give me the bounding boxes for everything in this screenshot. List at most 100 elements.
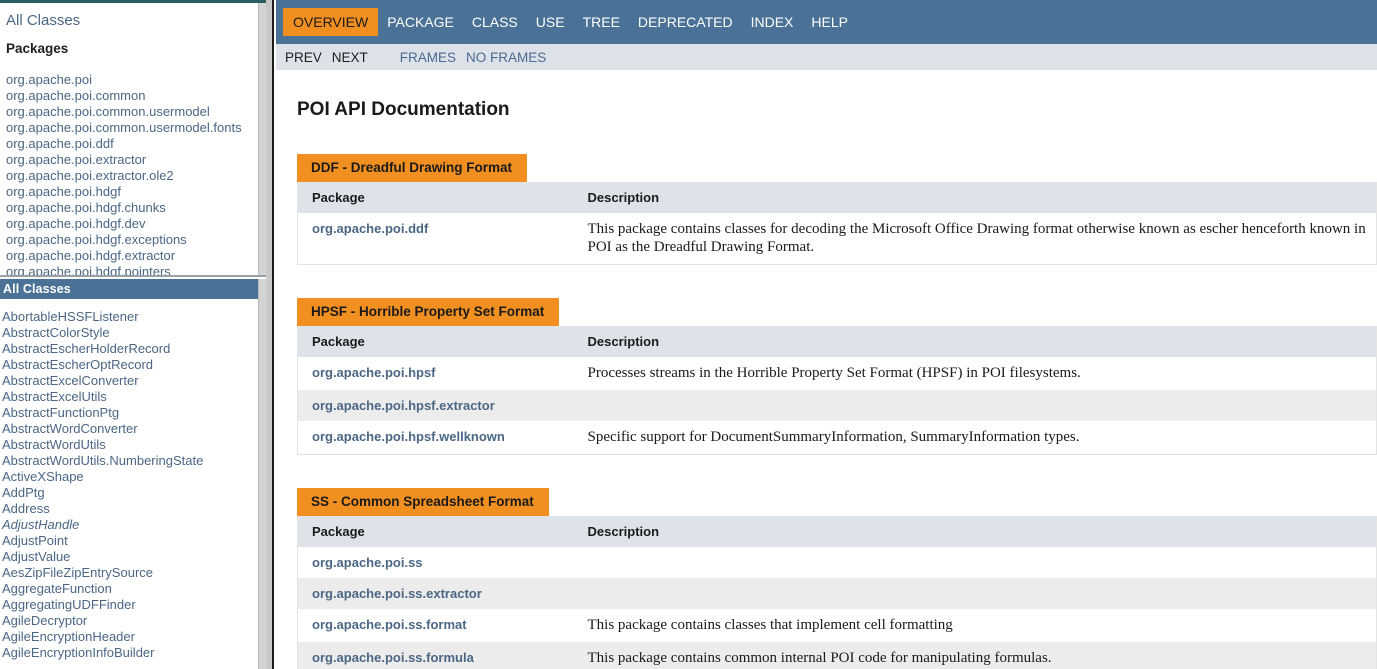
package-link[interactable]: org.apache.poi.hpsf.wellknown (312, 429, 505, 444)
cell-description (577, 390, 1377, 421)
package-link[interactable]: org.apache.poi.extractor.ole2 (4, 168, 266, 184)
cell-description (577, 547, 1377, 578)
package-group-caption: HPSF - Horrible Property Set Format (297, 298, 560, 326)
list-item: org.apache.poi.common.usermodel.fonts (4, 120, 266, 136)
list-item: org.apache.poi.extractor.ole2 (4, 168, 266, 184)
package-link[interactable]: org.apache.poi.hdgf (4, 184, 266, 200)
class-link[interactable]: AbstractExcelUtils (0, 389, 266, 405)
package-link[interactable]: org.apache.poi.ddf (4, 136, 266, 152)
cell-package: org.apache.poi.ss.extractor (297, 578, 578, 609)
class-link[interactable]: AdjustPoint (0, 533, 266, 549)
nav-item-help[interactable]: HELP (802, 9, 857, 35)
package-link[interactable]: org.apache.poi.extractor (4, 152, 266, 168)
package-link[interactable]: org.apache.poi.ss.format (312, 617, 467, 632)
left-frameset: All Classes Packages org.apache.poi org.a… (0, 0, 274, 669)
package-group-caption: SS - Common Spreadsheet Format (297, 488, 549, 516)
cell-package: org.apache.poi.ss.formula (297, 642, 578, 669)
nav-item-package[interactable]: PACKAGE (378, 9, 463, 35)
class-link[interactable]: AbortableHSSFListener (0, 309, 266, 325)
package-link[interactable]: org.apache.poi (4, 72, 266, 88)
content-area: POI API Documentation DDF - Dreadful Dra… (276, 99, 1377, 669)
next-link[interactable]: NEXT (332, 50, 378, 65)
list-item: AdjustValue (0, 549, 266, 565)
class-link[interactable]: AesZipFileZipEntrySource (0, 565, 266, 581)
package-link[interactable]: org.apache.poi.hdgf.pointers (4, 264, 266, 275)
class-link[interactable]: AgileEncryptionInfoBuilder (0, 645, 266, 661)
class-link[interactable]: AbstractWordConverter (0, 421, 266, 437)
list-item: org.apache.poi.extractor (4, 152, 266, 168)
cell-description: Specific support for DocumentSummaryInfo… (577, 421, 1377, 455)
package-group-caption: DDF - Dreadful Drawing Format (297, 154, 528, 182)
class-link[interactable]: AbstractWordUtils.NumberingState (0, 453, 266, 469)
class-link[interactable]: AdjustValue (0, 549, 266, 565)
all-classes-header: All Classes (0, 279, 266, 299)
package-link[interactable]: org.apache.poi.hpsf.extractor (312, 398, 495, 413)
prev-link[interactable]: PREV (285, 50, 332, 65)
package-link[interactable]: org.apache.poi.ss (312, 555, 423, 570)
class-link[interactable]: AbstractEscherOptRecord (0, 357, 266, 373)
list-item: org.apache.poi.hdgf.extractor (4, 248, 266, 264)
package-link[interactable]: org.apache.poi.hdgf.exceptions (4, 232, 266, 248)
package-link[interactable]: org.apache.poi.ss.formula (312, 650, 474, 665)
all-classes-link[interactable]: All Classes (6, 11, 266, 31)
package-group: HPSF - Horrible Property Set Format Packa… (297, 298, 1377, 455)
table-header-row: Package Description (297, 326, 1377, 357)
package-group: SS - Common Spreadsheet Format Package Des… (297, 488, 1377, 669)
nav-item-tree[interactable]: TREE (574, 9, 629, 35)
frame-divider[interactable] (266, 0, 274, 669)
class-link[interactable]: ActiveXShape (0, 469, 266, 485)
package-frame-scrollbar[interactable] (258, 3, 266, 275)
list-item: org.apache.poi.hdgf (4, 184, 266, 200)
list-item: AgileDecryptor (0, 613, 266, 629)
class-link[interactable]: AgileEncryptionHeader (0, 629, 266, 645)
column-header-package: Package (297, 326, 578, 357)
package-link[interactable]: org.apache.poi.ss.extractor (312, 586, 482, 601)
package-link[interactable]: org.apache.poi.hdgf.extractor (4, 248, 266, 264)
package-link[interactable]: org.apache.poi.hpsf (312, 365, 436, 380)
list-item: AdjustHandle (0, 517, 266, 533)
class-link[interactable]: AgileDecryptor (0, 613, 266, 629)
frames-link[interactable]: FRAMES (400, 50, 466, 65)
list-item: Address (0, 501, 266, 517)
nav-item-index[interactable]: INDEX (742, 9, 803, 35)
class-link[interactable]: AbstractColorStyle (0, 325, 266, 341)
list-item: org.apache.poi.hdgf.exceptions (4, 232, 266, 248)
class-link[interactable]: AbstractEscherHolderRecord (0, 341, 266, 357)
list-item: org.apache.poi.hdgf.pointers (4, 264, 266, 275)
list-item: AggregateFunction (0, 581, 266, 597)
list-item: AddPtg (0, 485, 266, 501)
class-link[interactable]: AdjustHandle (0, 517, 266, 533)
package-link[interactable]: org.apache.poi.ddf (312, 221, 428, 236)
class-link[interactable]: AggregatingUDFFinder (0, 597, 266, 613)
class-link[interactable]: AddPtg (0, 485, 266, 501)
class-link[interactable]: AbstractWordUtils (0, 437, 266, 453)
package-link[interactable]: org.apache.poi.common (4, 88, 266, 104)
list-item: AbstractColorStyle (0, 325, 266, 341)
list-item: AbstractEscherOptRecord (0, 357, 266, 373)
package-link[interactable]: org.apache.poi.common.usermodel.fonts (4, 120, 266, 136)
class-link[interactable]: Address (0, 501, 266, 517)
cell-description: This package contains classes for decodi… (577, 213, 1377, 265)
no-frames-link[interactable]: NO FRAMES (466, 50, 556, 65)
package-link[interactable]: org.apache.poi.common.usermodel (4, 104, 266, 120)
cell-description: This package contains common internal PO… (577, 642, 1377, 669)
top-navigation-bar: OVERVIEW PACKAGE CLASS USE TREE DEPRECATED IND… (276, 0, 1377, 44)
list-item: org.apache.poi.ddf (4, 136, 266, 152)
class-link[interactable]: AbstractFunctionPtg (0, 405, 266, 421)
package-link[interactable]: org.apache.poi.hdgf.dev (4, 216, 266, 232)
nav-item-deprecated[interactable]: DEPRECATED (629, 9, 742, 35)
table-row: org.apache.poi.ss.format This package con… (297, 609, 1377, 642)
class-link[interactable]: AbstractExcelConverter (0, 373, 266, 389)
main-frame: OVERVIEW PACKAGE CLASS USE TREE DEPRECATED IND… (276, 0, 1377, 669)
list-item: AbstractFunctionPtg (0, 405, 266, 421)
package-link[interactable]: org.apache.poi.hdgf.chunks (4, 200, 266, 216)
table-header-row: Package Description (297, 182, 1377, 213)
package-table: Package Description org.apache.poi.ddf This… (297, 182, 1377, 265)
list-item: AdjustPoint (0, 533, 266, 549)
nav-item-overview[interactable]: OVERVIEW (283, 8, 379, 36)
all-classes-scrollbar[interactable] (258, 279, 266, 669)
package-group: DDF - Dreadful Drawing Format Package Desc… (297, 154, 1377, 265)
nav-item-use[interactable]: USE (527, 9, 574, 35)
nav-item-class[interactable]: CLASS (463, 9, 527, 35)
class-link[interactable]: AggregateFunction (0, 581, 266, 597)
